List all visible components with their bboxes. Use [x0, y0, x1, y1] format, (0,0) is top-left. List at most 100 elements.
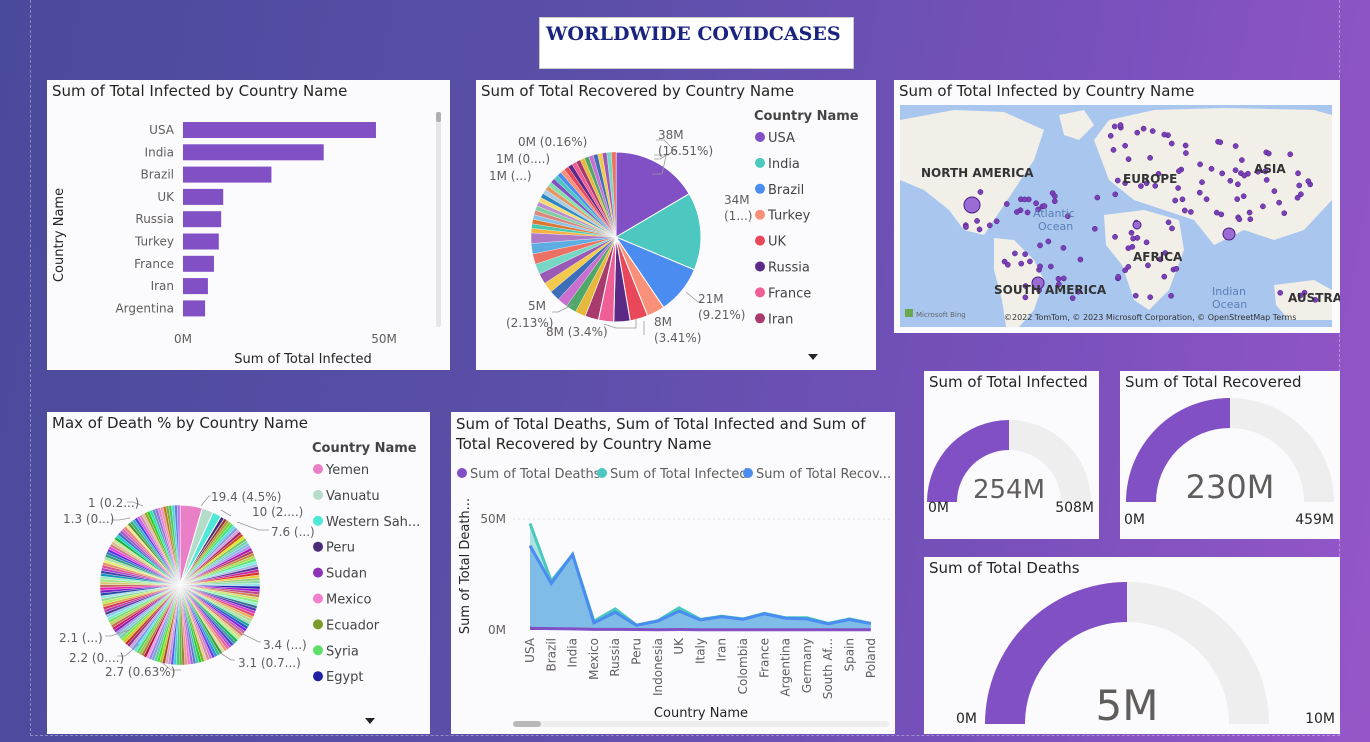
map-bubble-large[interactable]	[963, 196, 981, 214]
map-bubble[interactable]	[1077, 256, 1084, 263]
map-bubble[interactable]	[1122, 142, 1128, 149]
map-bubble[interactable]	[986, 222, 993, 229]
area-chart-card[interactable]: Sum of Total Deaths, Sum of Total Infect…	[451, 412, 895, 734]
map-bubble[interactable]	[1239, 157, 1245, 163]
map-bubble[interactable]	[1265, 150, 1272, 157]
area-scrollbar-thumb[interactable]	[513, 721, 541, 727]
death-legend-item-3[interactable]: Peru	[326, 541, 355, 556]
map-attribution[interactable]: ©2022 TomTom, © 2023 Microsoft Corporati…	[1004, 313, 1296, 322]
map-bubble[interactable]	[1187, 209, 1194, 215]
area-legend-item-2[interactable]: Sum of Total Recov...	[756, 467, 891, 482]
gauge-recovered-card[interactable]: Sum of Total Recovered 230M 0M 459M	[1120, 371, 1340, 539]
map-bubble[interactable]	[1235, 181, 1241, 188]
map-bubble[interactable]	[1130, 235, 1137, 242]
map-bubble[interactable]	[1236, 216, 1243, 223]
map-bubble[interactable]	[1247, 216, 1254, 223]
bar-usa[interactable]	[183, 122, 376, 138]
infected-bar-card[interactable]: Sum of Total Infected by Country Name Co…	[47, 80, 450, 370]
map-bubble[interactable]	[1060, 245, 1067, 251]
map-bubble[interactable]	[1246, 209, 1253, 216]
death-legend-item-2[interactable]: Western Sah...	[326, 515, 420, 530]
gauge-deaths-card[interactable]: Sum of Total Deaths 5M 0M 10M	[924, 557, 1340, 734]
area-scrollbar-track[interactable]	[513, 721, 889, 727]
map-bubble[interactable]	[1173, 265, 1180, 272]
area-line-0[interactable]	[529, 626, 871, 632]
map-bubble[interactable]	[1232, 167, 1239, 174]
map-bubble[interactable]	[1051, 198, 1058, 205]
map-bubble[interactable]	[1107, 132, 1114, 139]
map-bubble[interactable]	[1125, 263, 1132, 270]
map-bubble[interactable]	[963, 224, 969, 230]
area-legend-item-0[interactable]: Sum of Total Deaths	[470, 467, 601, 482]
map-bubble[interactable]	[1241, 172, 1248, 179]
map-bubble[interactable]	[1134, 129, 1141, 136]
map-bubble[interactable]	[1213, 209, 1220, 216]
infected-map-card[interactable]: Sum of Total Infected by Country Name NO…	[894, 80, 1340, 333]
map-bubble[interactable]	[1021, 196, 1028, 203]
bar-scrollbar-thumb[interactable]	[436, 112, 441, 122]
map-bubble[interactable]	[1161, 131, 1168, 138]
world-map[interactable]: NORTH AMERICA EUROPE ASIA AFRICA SOUTH A…	[894, 80, 1340, 333]
death-legend-item-7[interactable]: Syria	[326, 644, 359, 659]
map-bubble[interactable]	[1045, 238, 1052, 245]
map-bubble[interactable]	[1208, 165, 1215, 172]
map-bubble[interactable]	[1271, 188, 1278, 194]
map-bubble[interactable]	[1140, 125, 1147, 132]
map-bubble[interactable]	[1027, 258, 1033, 265]
rec-legend-item-turkey[interactable]: Turkey	[767, 209, 811, 224]
rec-legend-item-iran[interactable]: Iran	[768, 312, 793, 327]
map-bubble[interactable]	[993, 218, 1000, 225]
map-bubble[interactable]	[1295, 170, 1301, 177]
map-bubble[interactable]	[1227, 177, 1234, 184]
map-bubble[interactable]	[1129, 243, 1136, 250]
map-bubble[interactable]	[1203, 196, 1210, 203]
map-bubble[interactable]	[1296, 182, 1303, 189]
map-bubble[interactable]	[1165, 219, 1172, 226]
death-legend-scroll-down-icon[interactable]	[365, 718, 375, 724]
map-bubble[interactable]	[1117, 122, 1124, 128]
map-bubble[interactable]	[1305, 178, 1312, 185]
map-bubble[interactable]	[1018, 260, 1025, 267]
map-bubble[interactable]	[1172, 197, 1179, 204]
map-bubble[interactable]	[1092, 225, 1098, 232]
map-bubble[interactable]	[1114, 177, 1121, 184]
map-bubble[interactable]	[1048, 263, 1054, 270]
bar-iran[interactable]	[183, 278, 208, 295]
map-bubble[interactable]	[1219, 170, 1226, 177]
map-bubble[interactable]	[1003, 201, 1010, 207]
death-legend-item-6[interactable]: Ecuador	[326, 618, 380, 633]
rec-legend-item-france[interactable]: France	[768, 286, 811, 301]
map-bubble[interactable]	[1110, 147, 1117, 153]
map-bubble-large[interactable]	[1222, 227, 1236, 241]
map-bubble[interactable]	[1060, 275, 1067, 282]
bar-brazil[interactable]	[183, 166, 272, 183]
map-bubble[interactable]	[1128, 229, 1135, 236]
death-legend-item-5[interactable]: Mexico	[326, 593, 371, 608]
map-bubble-large[interactable]	[1132, 220, 1142, 230]
death-legend-item-8[interactable]: Egypt	[326, 670, 364, 685]
rec-legend-item-russia[interactable]: Russia	[768, 261, 810, 276]
map-bubble[interactable]	[1234, 196, 1241, 202]
map-bubble[interactable]	[1287, 151, 1294, 158]
map-bubble[interactable]	[1232, 143, 1239, 149]
map-bubble[interactable]	[1125, 156, 1132, 163]
rec-legend-item-brazil[interactable]: Brazil	[768, 183, 804, 198]
map-bubble[interactable]	[1055, 275, 1062, 282]
map-bubble[interactable]	[1277, 289, 1284, 296]
map-bubble[interactable]	[1199, 179, 1205, 186]
rec-legend-item-india[interactable]: India	[768, 157, 800, 172]
map-bubble[interactable]	[1143, 239, 1150, 246]
map-bubble[interactable]	[1037, 242, 1043, 249]
map-bubble[interactable]	[974, 218, 980, 224]
bar-scrollbar-track[interactable]	[436, 112, 441, 327]
map-bubble[interactable]	[976, 226, 983, 233]
map-bubble[interactable]	[1169, 225, 1175, 232]
map-bubble[interactable]	[1281, 210, 1288, 217]
map-bubble[interactable]	[1024, 209, 1031, 216]
map-bubble[interactable]	[1112, 233, 1118, 240]
death-pie-card[interactable]: Max of Death % by Country Name 19.4 (4.5…	[47, 412, 430, 734]
death-legend-item-4[interactable]: Sudan	[326, 567, 367, 582]
map-bubble[interactable]	[1012, 250, 1018, 257]
map-bubble[interactable]	[1175, 185, 1181, 191]
map-bubble[interactable]	[1197, 161, 1203, 168]
